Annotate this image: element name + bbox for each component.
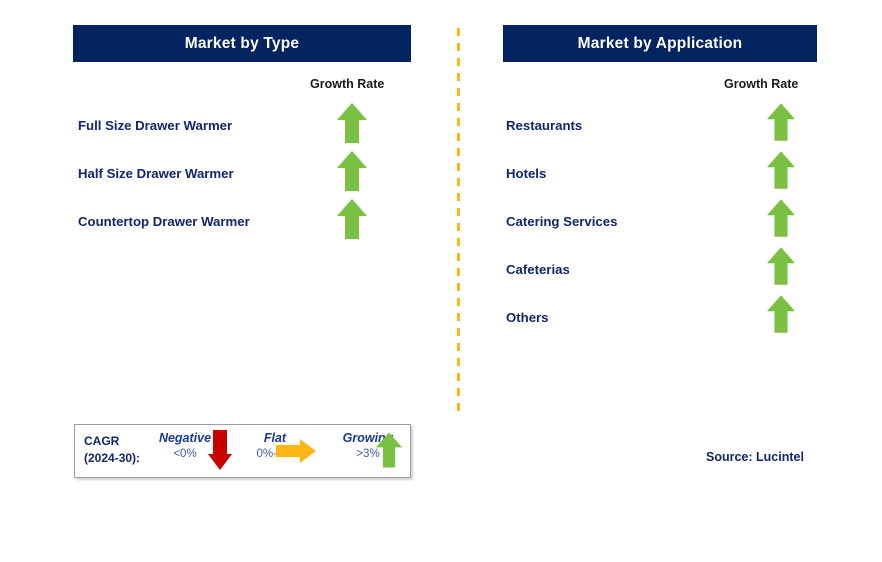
segment-label: Restaurants (506, 117, 583, 133)
legend-cagr-label: CAGR (2024-30): (84, 433, 140, 467)
segment-label: Cafeterias (506, 261, 570, 277)
legend-cagr-line1: CAGR (84, 434, 120, 448)
source-note: Source: Lucintel (706, 450, 804, 464)
growth-rate-column-header-left: Growth Rate (310, 77, 385, 91)
arrow-up-icon (336, 101, 368, 150)
arrow-up-icon (766, 293, 796, 340)
arrow-right-icon (275, 438, 317, 469)
segment-label: Catering Services (506, 213, 618, 229)
arrow-up-icon (336, 149, 368, 198)
arrow-up-icon (336, 197, 368, 246)
growth-rate-column-header-right: Growth Rate (724, 77, 799, 91)
vertical-dashed-divider (457, 28, 460, 416)
arrow-up-icon (766, 245, 796, 292)
arrow-up-icon (766, 149, 796, 196)
panel-title: Market by Type (184, 34, 300, 52)
panel-header-market-by-type: Market by Type (73, 25, 411, 62)
arrow-up-icon (766, 197, 796, 244)
cagr-legend-box: CAGR (2024-30): Negative <0% Flat 0%-3% … (74, 424, 411, 478)
arrow-up-icon (375, 428, 403, 477)
segment-label: Others (506, 309, 549, 325)
segment-label: Hotels (506, 165, 547, 181)
segment-label: Full Size Drawer Warmer (78, 117, 233, 133)
legend-cagr-line2: (2024-30): (84, 451, 141, 465)
segment-label: Countertop Drawer Warmer (78, 213, 250, 229)
panel-header-market-by-application: Market by Application (503, 25, 817, 62)
arrow-up-icon (766, 101, 796, 148)
panel-title: Market by Application (577, 34, 743, 52)
arrow-down-icon (207, 428, 233, 477)
segment-label: Half Size Drawer Warmer (78, 165, 234, 181)
